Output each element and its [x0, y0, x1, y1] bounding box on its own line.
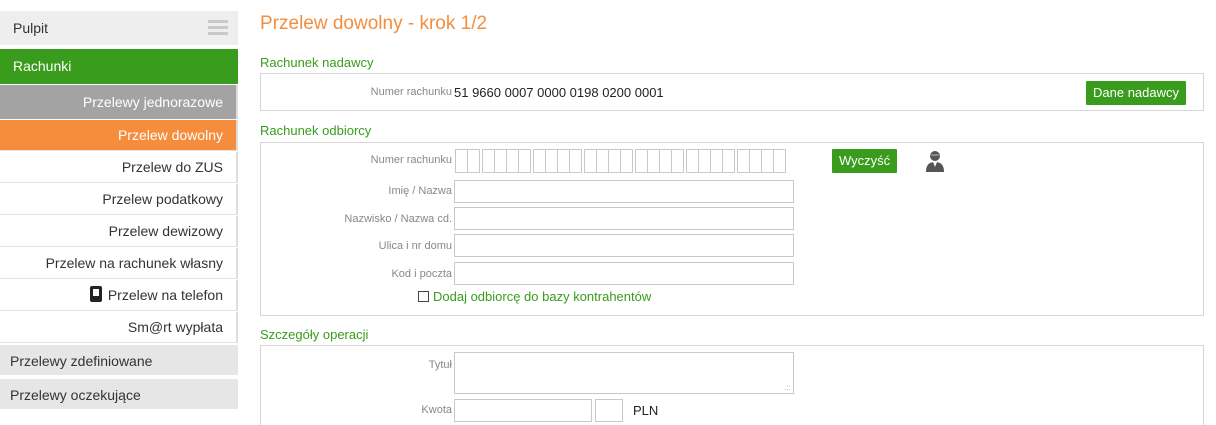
- sidebar-item-label: Rachunki: [13, 58, 72, 74]
- street-label: Ulica i nr domu: [378, 240, 452, 252]
- sidebar-item-przelewy-oczekujace[interactable]: Przelewy oczekujące: [0, 379, 238, 411]
- title-label: Tytuł: [428, 359, 452, 371]
- sender-panel: Numer rachunku 51 9660 0007 0000 0198 02…: [260, 73, 1204, 111]
- sender-account-label: Numer rachunku: [370, 86, 452, 98]
- add-contractor-checkbox[interactable]: [418, 291, 429, 302]
- sidebar-item-label: Przelewy jednorazowe: [82, 94, 223, 110]
- sidebar-item-przelew-do-zus[interactable]: Przelew do ZUS: [0, 152, 238, 183]
- page-title: Przelew dowolny - krok 1/2: [260, 13, 488, 34]
- amount-cents-input[interactable]: [595, 399, 623, 422]
- recipient-section-title: Rachunek odbiorcy: [260, 123, 372, 138]
- sender-account-number: 51 9660 0007 0000 0198 0200 0001: [454, 85, 664, 100]
- details-panel: Tytuł .:: Kwota PLN: [260, 345, 1204, 425]
- sidebar-item-label: Przelew podatkowy: [102, 191, 223, 207]
- sender-section-title: Rachunek nadawcy: [260, 55, 374, 70]
- menu-icon[interactable]: [208, 20, 228, 36]
- street-input[interactable]: [454, 234, 794, 257]
- contacts-person-icon[interactable]: [924, 149, 946, 173]
- sidebar-item-label: Sm@rt wypłata: [127, 319, 223, 335]
- phone-icon: [89, 286, 102, 302]
- sidebar-item-przelew-dewizowy[interactable]: Przelew dewizowy: [0, 216, 238, 247]
- sidebar-item-label: Przelew do ZUS: [121, 159, 223, 175]
- postal-label: Kod i poczta: [391, 268, 452, 280]
- surname-input[interactable]: [454, 207, 794, 230]
- title-textarea[interactable]: .::: [454, 352, 794, 394]
- sidebar-item-pulpit[interactable]: Pulpit: [0, 11, 238, 45]
- sidebar-item-przelew-dowolny[interactable]: Przelew dowolny: [0, 120, 238, 151]
- sidebar-item-rachunki[interactable]: Rachunki: [0, 49, 238, 84]
- sidebar-item-przelewy-jednorazowe[interactable]: Przelewy jednorazowe: [0, 85, 238, 119]
- name-input[interactable]: [454, 180, 794, 203]
- sidebar-item-label: Przelew dowolny: [117, 127, 223, 143]
- amount-label: Kwota: [421, 404, 452, 416]
- sidebar-item-label: Pulpit: [13, 20, 49, 36]
- sidebar-item-label: Przelew na telefon: [107, 287, 223, 303]
- sidebar: Pulpit Rachunki Przelewy jednorazowe Prz…: [0, 0, 238, 416]
- sidebar-item-label: Przelewy oczekujące: [10, 387, 141, 403]
- sidebar-item-przelew-podatkowy[interactable]: Przelew podatkowy: [0, 184, 238, 215]
- sidebar-item-przelew-na-rachunek-wlasny[interactable]: Przelew na rachunek własny: [0, 248, 238, 279]
- sidebar-item-label: Przelew dewizowy: [108, 223, 223, 239]
- clear-button[interactable]: Wyczyść: [832, 149, 898, 173]
- resize-grip-icon[interactable]: .::: [784, 384, 791, 392]
- details-section-title: Szczegóły operacji: [260, 327, 369, 342]
- recipient-account-label: Numer rachunku: [370, 154, 452, 166]
- recipient-account-input[interactable]: [455, 149, 786, 173]
- sender-data-button[interactable]: Dane nadawcy: [1086, 81, 1186, 105]
- postal-input[interactable]: [454, 262, 794, 285]
- sidebar-item-smart-wyplata[interactable]: Sm@rt wypłata: [0, 312, 238, 343]
- surname-label: Nazwisko / Nazwa cd.: [344, 213, 452, 225]
- sidebar-item-przelew-na-telefon[interactable]: Przelew na telefon: [0, 280, 238, 311]
- sidebar-item-label: Przelew na rachunek własny: [45, 255, 223, 271]
- name-label: Imię / Nazwa: [388, 185, 452, 197]
- sidebar-item-przelewy-zdefiniowane[interactable]: Przelewy zdefiniowane: [0, 345, 238, 377]
- amount-input[interactable]: [454, 399, 592, 422]
- recipient-panel: Numer rachunku Wyczyść Imię / Nazwa Nazw…: [260, 142, 1204, 316]
- add-contractor-label[interactable]: Dodaj odbiorcę do bazy kontrahentów: [433, 289, 651, 304]
- sidebar-item-label: Przelewy zdefiniowane: [10, 353, 153, 369]
